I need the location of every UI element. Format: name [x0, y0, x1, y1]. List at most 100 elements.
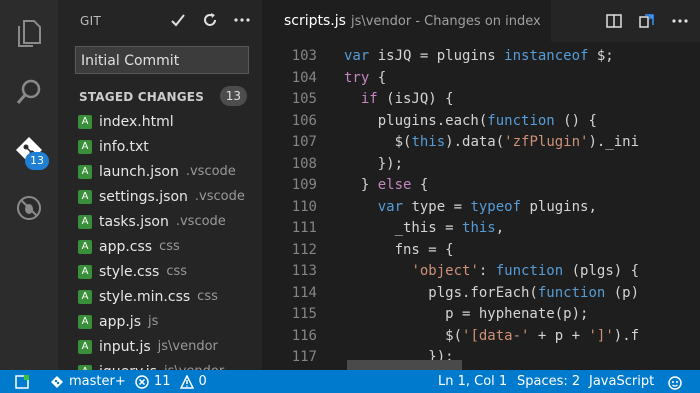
line-number: 105 [291, 91, 317, 107]
staged-file-item[interactable]: Aapp.js js [78, 309, 245, 334]
code-token: var [344, 48, 378, 64]
staged-file-item[interactable]: Ajquery.jsjs\vendor [78, 359, 245, 370]
line-number: 117 [291, 349, 317, 365]
commit-check-icon[interactable] [170, 10, 186, 30]
indentation-setting[interactable]: Spaces: 2 [517, 370, 580, 393]
search-icon[interactable] [0, 68, 58, 116]
code-token: $; [588, 48, 614, 64]
staged-file-item[interactable]: Aapp.css css [78, 234, 245, 259]
tab-description: js\vendor - Changes on index [350, 13, 541, 29]
code-token: instanceof [504, 48, 589, 64]
code-token: : [478, 263, 496, 279]
line-number: 116 [291, 327, 317, 344]
line-code: plgs.forEach(function (p) [344, 282, 639, 304]
editor-tab-bar: scripts.js js\vendor - Changes on index [262, 0, 700, 42]
activity-bar: 13 [0, 0, 58, 370]
staged-file-item[interactable]: Astyle.min.css css [78, 284, 245, 309]
added-status-icon: A [78, 314, 92, 329]
feedback-indicator[interactable] [666, 370, 684, 393]
commit-message-input[interactable]: Initial Commit [75, 46, 249, 74]
line-code: var type = typeof plugins, [344, 196, 597, 218]
code-editor[interactable]: 117 }); 116 $('[data-' + p + ']').f 115 p … [262, 42, 700, 370]
added-status-icon: A [78, 239, 92, 254]
line-code: $(this).data('zfPlugin')._ini [344, 131, 639, 153]
cursor-position[interactable]: Ln 1, Col 1 [438, 370, 507, 393]
line-number: 108 [291, 155, 317, 172]
file-name: app.js [99, 313, 141, 330]
status-bar: master+ 11 0 Ln 1, Col 1 Spaces: 2 JavaS… [0, 370, 700, 393]
line-code: var isJQ = plugins instanceof $; [344, 45, 614, 67]
code-token: (plgs) { [563, 263, 640, 279]
tab-scripts-js[interactable]: scripts.js js\vendor - Changes on index [262, 0, 551, 42]
code-token: try [344, 69, 370, 86]
feedback-icon [668, 375, 682, 390]
line-number: 111 [291, 220, 317, 236]
staged-file-item[interactable]: Alaunch.json .vscode [78, 159, 245, 184]
code-token: $( [344, 327, 463, 344]
remote-icon [15, 374, 29, 389]
code-line: 112 fns = { [262, 239, 700, 261]
error-icon [135, 374, 149, 389]
line-number: 114 [291, 284, 317, 301]
staged-count-badge: 13 [219, 86, 247, 106]
code-token: }); [344, 155, 404, 172]
file-name: style.css [99, 263, 160, 280]
line-code: fns = { [344, 239, 454, 261]
staged-file-item[interactable]: Atasks.json .vscode [78, 209, 245, 234]
horizontal-scrollbar[interactable] [347, 360, 462, 370]
file-directory: js\vendor [157, 339, 218, 354]
code-token: isJQ = plugins [377, 48, 505, 64]
more-actions-icon[interactable] [234, 10, 250, 30]
staged-file-item[interactable]: Ainput.js js\vendor [78, 334, 245, 359]
language-mode[interactable]: JavaScript [589, 370, 654, 393]
code-token: 'zfPlugin' [504, 134, 589, 150]
debug-icon[interactable] [0, 184, 58, 232]
code-line: 106 plugins.each(function () { [262, 110, 700, 132]
line-number: 113 [291, 263, 317, 279]
file-directory: .vscode [175, 214, 226, 229]
problems-indicator[interactable]: 11 0 [135, 370, 207, 393]
file-directory: css [197, 289, 218, 304]
file-name: settings.json [99, 188, 188, 205]
staged-file-item[interactable]: Astyle.css css [78, 259, 245, 284]
code-line: 117 }); [262, 346, 700, 368]
branch-indicator[interactable]: master+ [50, 370, 126, 393]
file-name: style.min.css [99, 288, 191, 305]
code-token: ']' [588, 327, 614, 344]
code-token: $( [344, 134, 412, 150]
added-status-icon: A [78, 264, 92, 279]
code-token: this [462, 220, 496, 236]
file-directory: css [166, 264, 188, 279]
added-status-icon: A [78, 189, 92, 204]
code-token: { [369, 69, 387, 86]
error-count: 11 [154, 374, 171, 389]
line-number: 115 [291, 306, 317, 322]
open-file-icon[interactable] [637, 11, 657, 31]
minimap[interactable] [688, 42, 700, 370]
code-line: 107 $(this).data('zfPlugin')._ini [262, 131, 700, 153]
staged-changes-header[interactable]: STAGED CHANGES 13 [79, 86, 254, 106]
line-code: } else { [344, 174, 428, 196]
line-number: 104 [291, 69, 317, 86]
line-number: 107 [291, 134, 317, 150]
tab-filename: scripts.js [284, 13, 346, 29]
staged-file-item[interactable]: Ainfo.txt [78, 134, 245, 159]
split-editor-icon[interactable] [604, 11, 624, 31]
line-number: 112 [291, 241, 317, 258]
staged-file-item[interactable]: Asettings.json .vscode [78, 184, 245, 209]
code-line: 105 if (isJQ) { [262, 88, 700, 110]
explorer-icon[interactable] [0, 10, 58, 58]
staged-file-item[interactable]: Aindex.html [78, 109, 245, 134]
code-token: if [360, 91, 378, 107]
added-status-icon: A [78, 164, 92, 179]
refresh-icon[interactable] [202, 10, 218, 30]
code-token: , [495, 220, 505, 236]
staged-changes-label: STAGED CHANGES [79, 90, 205, 104]
code-line: 111 _this = this, [262, 217, 700, 239]
file-name: app.css [99, 238, 153, 255]
remote-indicator[interactable] [14, 370, 30, 393]
more-editor-actions-icon[interactable] [670, 11, 690, 31]
scm-badge: 13 [25, 152, 49, 170]
code-token: function [537, 284, 606, 301]
code-token: type = [403, 198, 471, 215]
